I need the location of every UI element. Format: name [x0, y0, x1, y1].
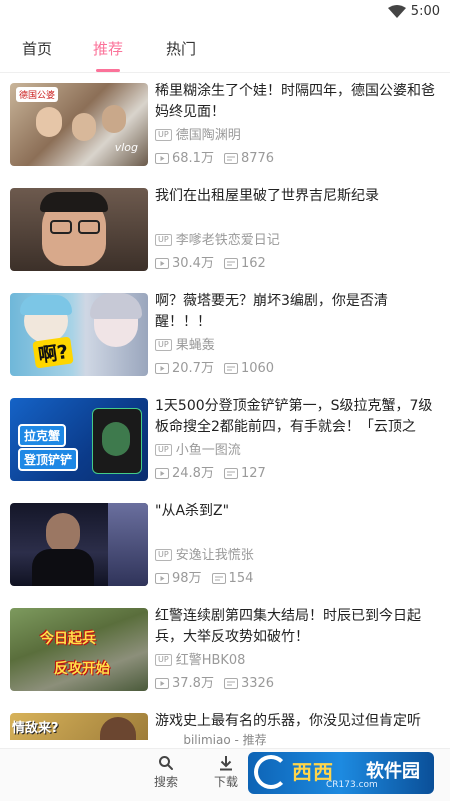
nav-download-label: 下载 [213, 775, 238, 789]
download-icon [220, 756, 232, 771]
danmaku-count: 127 [240, 466, 266, 481]
play-count-icon [155, 678, 169, 689]
video-thumbnail[interactable] [10, 503, 148, 586]
play-count-icon [155, 258, 169, 269]
nav-search[interactable]: 搜索 [148, 755, 184, 790]
video-item[interactable]: 德国公婆 vlog 稀里糊涂生了个娃！时隔四年，德国公婆和爸妈终见面！ UP 德国… [0, 75, 450, 175]
top-tabs: 首页 推荐 热门 [0, 26, 450, 73]
uploader-row: UP 果蝇轰 [155, 334, 215, 353]
danmaku-icon [223, 153, 238, 164]
stats-row: 68.1万 8776 [155, 147, 275, 166]
video-thumbnail[interactable]: 德国公婆 vlog [10, 83, 148, 166]
uploader-row: UP 小鱼一图流 [155, 439, 241, 458]
video-item[interactable]: 拉克蟹 登顶铲铲 1天500分登顶金铲铲第一，S级拉克蟹，7级板命搜全2都能前四… [0, 390, 450, 490]
danmaku-icon [223, 468, 238, 479]
thumbnail-caption: 今日起兵 [40, 631, 96, 647]
nav-download[interactable]: 下载 [212, 755, 240, 790]
tab-home[interactable]: 首页 [22, 38, 62, 59]
danmaku-icon [223, 363, 238, 374]
view-count: 30.4万 [172, 256, 214, 271]
video-title[interactable]: 1天500分登顶金铲铲第一，S级拉克蟹，7级板命搜全2都能前四，有手就会！「云顶… [155, 396, 441, 438]
status-time: 5:00 [410, 4, 440, 19]
uploader-name[interactable]: 果蝇轰 [176, 338, 215, 353]
video-list[interactable]: 德国公婆 vlog 稀里糊涂生了个娃！时隔四年，德国公婆和爸妈终见面！ UP 德国… [0, 75, 450, 740]
video-item[interactable]: 今日起兵 反攻开始 红警连续剧第四集大结局！时辰已到今日起兵，大举反攻势如破竹！… [0, 600, 450, 700]
danmaku-count: 3326 [240, 676, 275, 691]
video-thumbnail[interactable]: 啊? [10, 293, 148, 376]
danmaku-count: 8776 [240, 151, 275, 166]
uploader-name[interactable]: 红警HBK08 [176, 653, 246, 668]
danmaku-count: 162 [240, 256, 266, 271]
wifi-icon [388, 5, 406, 18]
status-bar: 5:00 [0, 0, 450, 26]
uploader-name[interactable]: 德国陶渊明 [176, 128, 241, 143]
danmaku-count: 154 [228, 571, 254, 586]
uploader-name[interactable]: 安逸让我慌张 [176, 548, 254, 563]
view-count: 20.7万 [172, 361, 214, 376]
thumbnail-caption: 德国公婆 [16, 87, 59, 102]
tab-active-indicator [96, 69, 120, 72]
thumbnail-caption: 登顶铲铲 [18, 448, 79, 471]
video-title[interactable]: 游戏史上最有名的乐器，你没见过但肯定听 [155, 711, 441, 732]
uploader-row: UP 安逸让我慌张 [155, 544, 254, 563]
play-count-icon [155, 363, 169, 374]
danmaku-icon [211, 573, 226, 584]
tab-recommend[interactable]: 推荐 [93, 38, 133, 59]
video-item[interactable]: 我们在出租屋里破了世界吉尼斯纪录 UP 李嗲老铁恋爱日记 30.4万 162 [0, 180, 450, 280]
thumbnail-caption: 反攻开始 [54, 661, 110, 677]
tab-hot[interactable]: 热门 [166, 38, 206, 59]
video-thumbnail[interactable]: 今日起兵 反攻开始 [10, 608, 148, 691]
nav-search-label: 搜索 [153, 775, 178, 789]
video-thumbnail[interactable]: 拉克蟹 登顶铲铲 [10, 398, 148, 481]
play-count-icon [155, 468, 169, 479]
video-item[interactable]: "从A杀到Z" UP 安逸让我慌张 98万 154 [0, 495, 450, 595]
thumbnail-tag: vlog [114, 141, 138, 154]
view-count: 98万 [172, 571, 202, 586]
video-item[interactable]: 啊? 啊？薇塔要无？崩坏3编剧，你是否清醒！！！ UP 果蝇轰 20.7万 1060 [0, 285, 450, 385]
video-title[interactable]: 稀里糊涂生了个娃！时隔四年，德国公婆和爸妈终见面！ [155, 81, 441, 123]
thumbnail-caption: 啊? [32, 336, 74, 369]
up-badge: UP [155, 234, 172, 246]
app-caption: bilimiao - 推荐 [183, 733, 267, 747]
up-badge: UP [155, 339, 172, 351]
up-badge: UP [155, 654, 172, 666]
logo-domain: CR173.com [326, 780, 378, 790]
uploader-row: UP 李嗲老铁恋爱日记 [155, 229, 280, 248]
up-badge: UP [155, 444, 172, 456]
video-title[interactable]: 我们在出租屋里破了世界吉尼斯纪录 [155, 186, 441, 207]
view-count: 37.8万 [172, 676, 214, 691]
uploader-name[interactable]: 李嗲老铁恋爱日记 [176, 233, 280, 248]
stats-row: 37.8万 3326 [155, 672, 275, 691]
video-title[interactable]: "从A杀到Z" [155, 501, 441, 522]
video-thumbnail[interactable] [10, 188, 148, 271]
danmaku-icon [223, 678, 238, 689]
search-icon [159, 756, 173, 770]
logo-c-icon [254, 755, 288, 789]
uploader-row: UP 红警HBK08 [155, 649, 246, 668]
view-count: 68.1万 [172, 151, 214, 166]
danmaku-count: 1060 [240, 361, 275, 376]
uploader-row: UP 德国陶渊明 [155, 124, 241, 143]
play-count-icon [155, 153, 169, 164]
stats-row: 24.8万 127 [155, 462, 266, 481]
thumbnail-caption: 拉克蟹 [18, 424, 67, 447]
danmaku-icon [223, 258, 238, 269]
up-badge: UP [155, 129, 172, 141]
uploader-name[interactable]: 小鱼一图流 [176, 443, 241, 458]
stats-row: 20.7万 1060 [155, 357, 275, 376]
watermark-logo: 西西 软件园 CR173.com [248, 752, 434, 794]
video-title[interactable]: 红警连续剧第四集大结局！时辰已到今日起兵，大举反攻势如破竹！ [155, 606, 441, 648]
view-count: 24.8万 [172, 466, 214, 481]
stats-row: 98万 154 [155, 567, 254, 586]
up-badge: UP [155, 549, 172, 561]
stats-row: 30.4万 162 [155, 252, 266, 271]
play-count-icon [155, 573, 169, 584]
video-title[interactable]: 啊？薇塔要无？崩坏3编剧，你是否清醒！！！ [155, 291, 441, 333]
